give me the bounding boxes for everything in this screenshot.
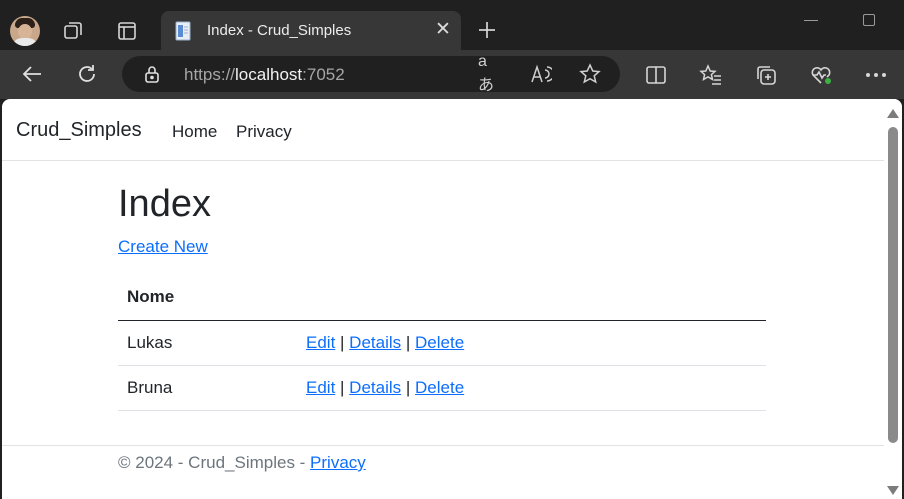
favorites-list-icon[interactable] bbox=[699, 63, 723, 87]
row-nome: Bruna bbox=[118, 365, 306, 411]
table-header-row: Nome bbox=[118, 275, 766, 321]
page-favicon bbox=[175, 21, 193, 41]
row-actions: Edit | Details | Delete bbox=[306, 320, 766, 366]
details-link[interactable]: Details bbox=[349, 378, 401, 397]
site-footer: © 2024 - Crud_Simples - Privacy bbox=[2, 445, 884, 499]
footer-privacy-link[interactable]: Privacy bbox=[310, 453, 366, 472]
footer-text: © 2024 - Crud_Simples - Privacy bbox=[118, 453, 366, 473]
browser-health-icon[interactable] bbox=[809, 63, 833, 87]
separator: | bbox=[335, 332, 350, 352]
lock-icon[interactable] bbox=[144, 65, 162, 83]
records-table: Nome Lukas Edit | Details | Delete Bruna… bbox=[118, 275, 766, 411]
edit-link[interactable]: Edit bbox=[306, 378, 335, 397]
row-actions: Edit | Details | Delete bbox=[306, 365, 766, 411]
details-link[interactable]: Details bbox=[349, 333, 401, 352]
edit-link[interactable]: Edit bbox=[306, 333, 335, 352]
nav-link-privacy[interactable]: Privacy bbox=[236, 122, 292, 142]
workspaces-icon[interactable] bbox=[62, 20, 84, 42]
footer-copyright: © 2024 - Crud_Simples - bbox=[118, 453, 311, 472]
tab-title: Index - Crud_Simples bbox=[207, 22, 352, 39]
maximize-button[interactable] bbox=[863, 14, 875, 26]
separator: | bbox=[335, 377, 350, 397]
url-text[interactable]: https://localhost:7052 bbox=[184, 65, 345, 85]
scrollbar-thumb[interactable] bbox=[888, 127, 898, 443]
split-screen-icon[interactable] bbox=[644, 63, 668, 87]
delete-link[interactable]: Delete bbox=[415, 333, 464, 352]
vertical-scrollbar[interactable] bbox=[884, 99, 902, 499]
back-arrow-icon[interactable] bbox=[20, 62, 44, 86]
scroll-down-arrow-icon[interactable] bbox=[887, 486, 899, 495]
separator: | bbox=[401, 377, 416, 397]
plus-icon[interactable] bbox=[476, 19, 498, 41]
page-title: Index bbox=[118, 183, 211, 225]
browser-toolbar: https://localhost:7052 aあ bbox=[0, 50, 904, 99]
close-icon[interactable]: ✕ bbox=[433, 20, 453, 40]
refresh-icon[interactable] bbox=[75, 62, 99, 86]
site-navbar: Crud_Simples Home Privacy bbox=[2, 99, 884, 161]
collections-icon[interactable] bbox=[754, 63, 778, 87]
tab-actions-icon[interactable] bbox=[116, 20, 138, 42]
address-bar[interactable]: https://localhost:7052 aあ bbox=[122, 53, 620, 94]
navbar-brand[interactable]: Crud_Simples bbox=[16, 119, 142, 142]
more-menu-icon[interactable] bbox=[864, 63, 888, 87]
nav-link-home[interactable]: Home bbox=[172, 122, 217, 142]
table-row: Lukas Edit | Details | Delete bbox=[118, 320, 766, 366]
favorite-star-icon[interactable] bbox=[578, 63, 602, 85]
read-aloud-icon[interactable] bbox=[529, 63, 553, 85]
tab-strip: Index - Crud_Simples ✕ bbox=[0, 0, 904, 50]
read-aloud-translate-icon[interactable]: aあ bbox=[478, 53, 502, 94]
separator: | bbox=[401, 332, 416, 352]
page-viewport: Crud_Simples Home Privacy Index Create N… bbox=[2, 99, 902, 499]
create-new-link[interactable]: Create New bbox=[118, 237, 208, 257]
table-row: Bruna Edit | Details | Delete bbox=[118, 365, 766, 411]
profile-avatar[interactable] bbox=[10, 16, 40, 46]
delete-link[interactable]: Delete bbox=[415, 378, 464, 397]
row-nome: Lukas bbox=[118, 320, 306, 366]
minimize-button[interactable] bbox=[804, 20, 818, 21]
scroll-up-arrow-icon[interactable] bbox=[887, 109, 899, 118]
column-header-actions bbox=[306, 275, 766, 321]
column-header-nome: Nome bbox=[118, 275, 306, 321]
active-tab[interactable]: Index - Crud_Simples ✕ bbox=[161, 11, 461, 50]
